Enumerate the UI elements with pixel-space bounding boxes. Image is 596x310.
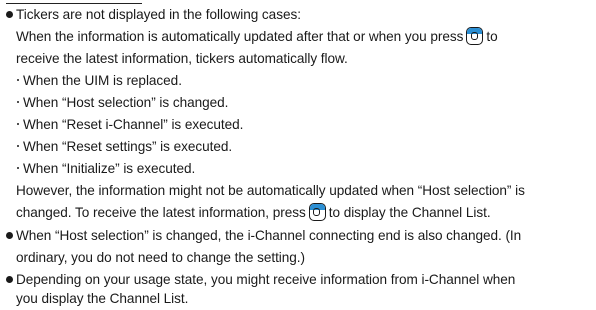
- bullet-icon: [6, 232, 13, 239]
- case-item: When “Initialize” is executed.: [17, 158, 195, 180]
- bullet-1-text: Tickers are not displayed in the followi…: [16, 7, 301, 22]
- case-item: When the UIM is replaced.: [17, 70, 182, 92]
- bullet-1-line-2: When the information is automatically up…: [16, 26, 498, 48]
- however-line-1-text: However, the information might not be au…: [16, 183, 525, 198]
- bullet-2-text: When “Host selection” is changed, the i-…: [16, 228, 522, 243]
- bullet-icon: [6, 276, 13, 283]
- bullet-3-line-2: you display the Channel List.: [16, 288, 188, 310]
- however-line-1: However, the information might not be au…: [16, 180, 525, 202]
- however-line-2: changed. To receive the latest informati…: [16, 202, 491, 224]
- bullet-2-line-2: ordinary, you do not need to change the …: [16, 247, 305, 269]
- bullet-1-line-3-text: receive the latest information, tickers …: [16, 51, 348, 66]
- however-line-2-end: to display the Channel List.: [328, 205, 491, 220]
- bullet-1-line-2-text: When the information is automatically up…: [16, 29, 464, 44]
- case-item: When “Reset i-Channel” is executed.: [17, 114, 243, 136]
- case-item-text: When the UIM is replaced.: [23, 73, 182, 88]
- case-item-text: When “Reset i-Channel” is executed.: [23, 117, 244, 132]
- note-page: Tickers are not displayed in the followi…: [0, 0, 596, 306]
- sub-dot-icon: [17, 101, 19, 103]
- sub-dot-icon: [17, 145, 19, 147]
- bullet-2-line-1: When “Host selection” is changed, the i-…: [6, 225, 521, 247]
- bullet-icon: [6, 11, 13, 18]
- case-item: When “Host selection” is changed.: [17, 92, 228, 114]
- bullet-2-line-2-text: ordinary, you do not need to change the …: [16, 250, 306, 265]
- case-item-text: When “Reset settings” is executed.: [23, 139, 233, 154]
- case-item-text: When “Host selection” is changed.: [23, 95, 229, 110]
- i-channel-key-icon: [466, 27, 484, 45]
- sub-dot-icon: [17, 123, 19, 125]
- case-item-text: When “Initialize” is executed.: [23, 161, 196, 176]
- i-channel-key-icon: [308, 203, 326, 221]
- sub-dot-icon: [17, 79, 19, 81]
- bullet-1-intro: Tickers are not displayed in the followi…: [6, 4, 301, 26]
- sub-dot-icon: [17, 167, 19, 169]
- bullet-3-line-2-text: you display the Channel List.: [16, 291, 189, 306]
- bullet-1-line-2-end: to: [486, 29, 498, 44]
- case-item: When “Reset settings” is executed.: [17, 136, 232, 158]
- however-line-2-text: changed. To receive the latest informati…: [16, 205, 306, 220]
- bullet-1-line-3: receive the latest information, tickers …: [16, 48, 348, 70]
- bullet-3-text: Depending on your usage state, you might…: [16, 272, 516, 287]
